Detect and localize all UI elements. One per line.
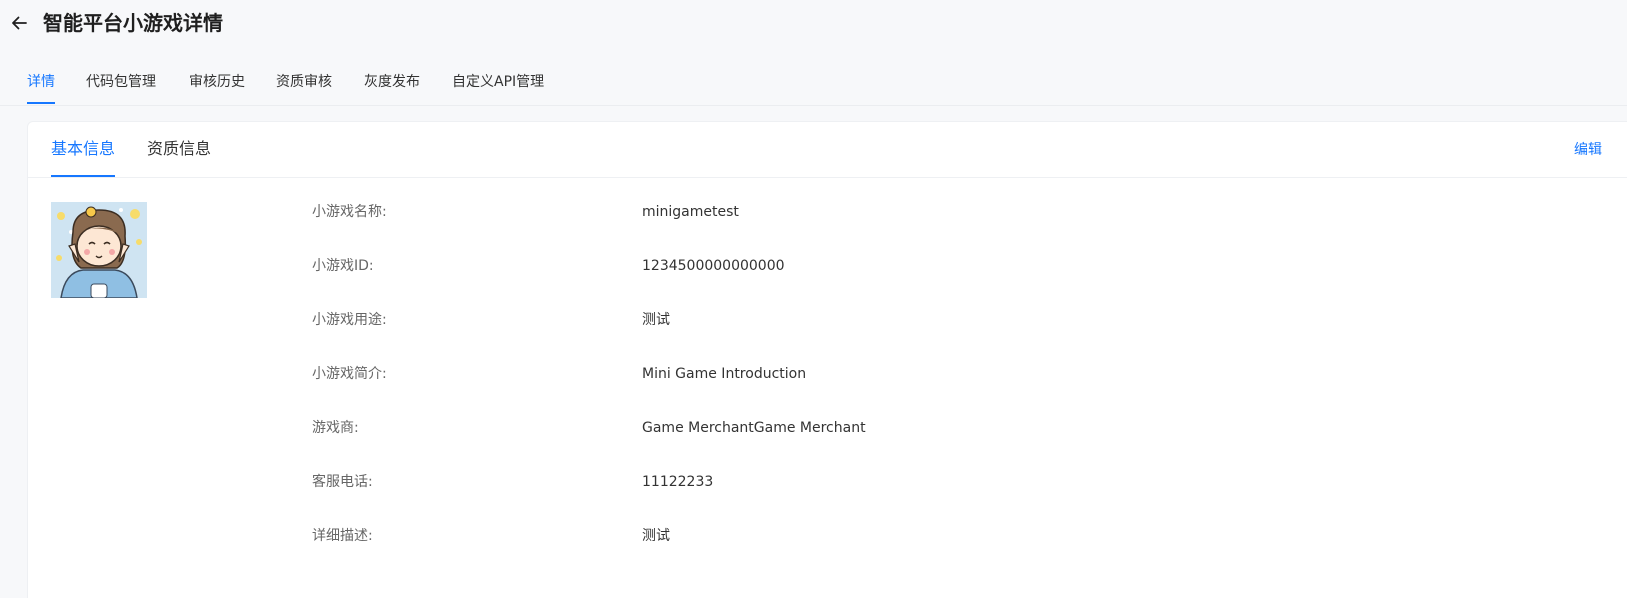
arrow-left-icon [12,16,27,30]
tab-basic-info[interactable]: 基本信息 [51,138,115,160]
detail-card: 基本信息 资质信息 编辑 小游戏名称: minigametest 小游戏ID: … [27,121,1627,598]
card-tab-bar: 基本信息 资质信息 编辑 [28,122,1627,178]
field-value: Mini Game Introduction [642,366,807,382]
tab-details[interactable]: 详情 [27,72,55,92]
field-row-phone: 客服电话: 11122233 [28,471,1228,495]
edit-button[interactable]: 编辑 [1574,140,1602,160]
page: 智能平台小游戏详情 详情 代码包管理 审核历史 资质审核 灰度发布 自定义API… [0,0,1627,598]
field-value: Game MerchantGame Merchant [642,420,866,436]
page-title: 智能平台小游戏详情 [43,11,223,35]
field-label: 游戏商: [312,420,359,436]
field-label: 小游戏简介: [312,366,387,382]
field-value: minigametest [642,204,739,220]
field-row-name: 小游戏名称: minigametest [28,201,1228,225]
tab-gray-release[interactable]: 灰度发布 [364,72,420,92]
field-value: 11122233 [642,474,714,490]
tab-qualification-info[interactable]: 资质信息 [147,138,211,160]
tab-qualification-review[interactable]: 资质审核 [276,72,332,92]
top-tab-bar: 详情 代码包管理 审核历史 资质审核 灰度发布 自定义API管理 [0,60,1627,106]
card-active-tab-indicator [51,175,115,177]
field-label: 小游戏ID: [312,258,374,274]
field-row-description: 详细描述: 测试 [28,525,1228,549]
field-value: 测试 [642,312,670,328]
field-label: 小游戏用途: [312,312,387,328]
field-value: 1234500000000000 [642,258,785,274]
field-value: 测试 [642,528,670,544]
page-header: 智能平台小游戏详情 [0,0,1627,46]
field-row-merchant: 游戏商: Game MerchantGame Merchant [28,417,1228,441]
field-label: 客服电话: [312,474,373,490]
field-label: 小游戏名称: [312,204,387,220]
field-row-purpose: 小游戏用途: 测试 [28,309,1228,333]
tab-code-package[interactable]: 代码包管理 [86,72,156,92]
field-label: 详细描述: [312,528,373,544]
field-row-id: 小游戏ID: 1234500000000000 [28,255,1228,279]
active-tab-indicator [27,102,55,104]
tab-custom-api[interactable]: 自定义API管理 [452,72,544,92]
field-row-introduction: 小游戏简介: Mini Game Introduction [28,363,1228,387]
tab-review-history[interactable]: 审核历史 [189,72,245,92]
back-button[interactable] [8,10,30,36]
